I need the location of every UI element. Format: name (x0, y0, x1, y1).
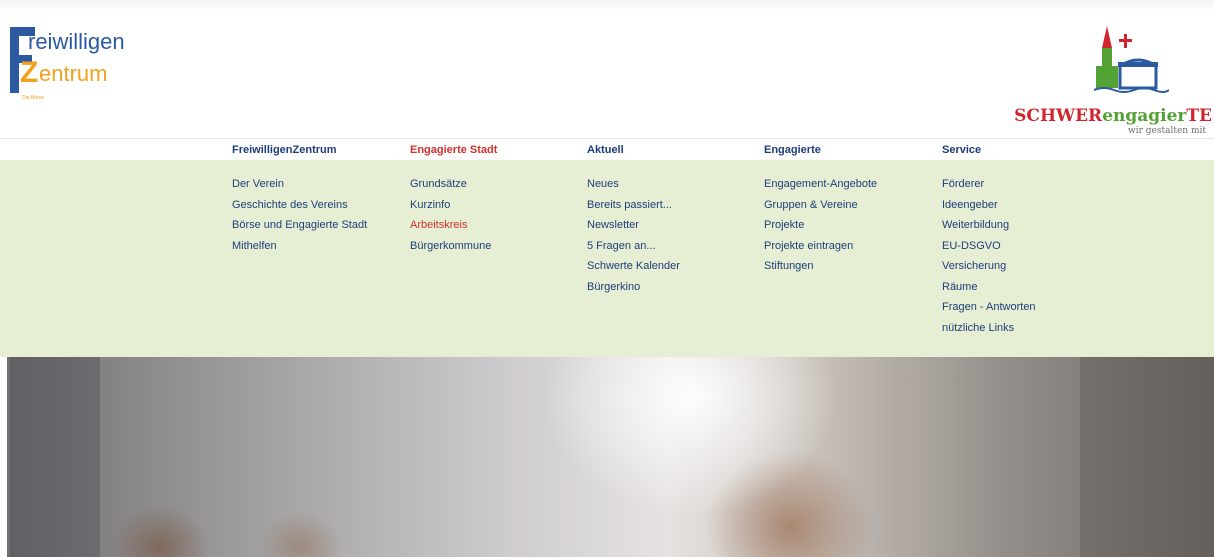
menu-item-grundsaetze[interactable]: Grundsätze (410, 174, 580, 195)
menu-title-service[interactable]: Service (942, 143, 1112, 165)
menu-item-der-verein[interactable]: Der Verein (232, 174, 402, 195)
menu-column-engagierte-stadt: Engagierte Stadt Grundsätze Kurzinfo Arb… (410, 143, 580, 256)
menu-item-ideengeber[interactable]: Ideengeber (942, 195, 1112, 216)
menu-column-service: Service Förderer Ideengeber Weiterbildun… (942, 143, 1112, 338)
menu-item-gruppen-vereine[interactable]: Gruppen & Vereine (764, 195, 934, 216)
hero-image (0, 357, 1214, 557)
hero-building-left (10, 357, 100, 557)
menu-list: Engagement-Angebote Gruppen & Vereine Pr… (764, 174, 934, 277)
menu-item-boerse[interactable]: Börse und Engagierte Stadt (232, 215, 402, 236)
church-skyline-icon (1094, 26, 1169, 93)
logo-tagline: Die Börse (22, 95, 44, 101)
menu-item-arbeitskreis[interactable]: Arbeitskreis (410, 215, 580, 236)
menu-item-kurzinfo[interactable]: Kurzinfo (410, 195, 580, 216)
menu-item-newsletter[interactable]: Newsletter (587, 215, 757, 236)
menu-title-aktuell[interactable]: Aktuell (587, 143, 757, 165)
menu-list: Neues Bereits passiert... Newsletter 5 F… (587, 174, 757, 297)
menu-item-fragen-antworten[interactable]: Fragen - Antworten (942, 297, 1112, 318)
menu-title-engagierte-stadt[interactable]: Engagierte Stadt (410, 143, 580, 165)
menu-item-nuetzliche-links[interactable]: nützliche Links (942, 318, 1112, 339)
menu-item-stiftungen[interactable]: Stiftungen (764, 256, 934, 277)
menu-title-freiwilligenzentrum[interactable]: FreiwilligenZentrum (232, 143, 402, 165)
menu-item-versicherung[interactable]: Versicherung (942, 256, 1112, 277)
menu-item-bereits-passiert[interactable]: Bereits passiert... (587, 195, 757, 216)
logo-subtitle: wir gestalten mit (1128, 126, 1206, 136)
menu-item-engagement-angebote[interactable]: Engagement-Angebote (764, 174, 934, 195)
menu-item-projekte-eintragen[interactable]: Projekte eintragen (764, 236, 934, 257)
menu-item-geschichte[interactable]: Geschichte des Vereins (232, 195, 402, 216)
menu-item-neues[interactable]: Neues (587, 174, 757, 195)
hero-left-edge (0, 357, 7, 557)
menu-item-weiterbildung[interactable]: Weiterbildung (942, 215, 1112, 236)
menu-column-freiwilligenzentrum: FreiwilligenZentrum Der Verein Geschicht… (232, 143, 402, 256)
logo-wordmark: SCHWERengagierTE (1014, 106, 1212, 126)
menu-list: Förderer Ideengeber Weiterbildung EU-DSG… (942, 174, 1112, 338)
menu-item-buergerkommune[interactable]: Bürgerkommune (410, 236, 580, 257)
top-shadow (0, 0, 1214, 12)
menu-item-buergerkino[interactable]: Bürgerkino (587, 277, 757, 298)
menu-list: Grundsätze Kurzinfo Arbeitskreis Bürgerk… (410, 174, 580, 256)
menu-title-engagierte[interactable]: Engagierte (764, 143, 934, 165)
menu-item-projekte[interactable]: Projekte (764, 215, 934, 236)
menu-column-aktuell: Aktuell Neues Bereits passiert... Newsle… (587, 143, 757, 297)
menu-column-engagierte: Engagierte Engagement-Angebote Gruppen &… (764, 143, 934, 277)
logo-z-letter: Z (20, 56, 39, 89)
menu-item-eu-dsgvo[interactable]: EU-DSGVO (942, 236, 1112, 257)
menu-item-kalender[interactable]: Schwerte Kalender (587, 256, 757, 277)
site-header: Z reiwilligen entrum Die Börse SCHWEReng… (0, 12, 1214, 138)
schwerengagierte-logo[interactable]: SCHWERengagierTE wir gestalten mit (1014, 26, 1214, 141)
menu-list: Der Verein Geschichte des Vereins Börse … (232, 174, 402, 256)
menu-item-raeume[interactable]: Räume (942, 277, 1112, 298)
menu-item-foerderer[interactable]: Förderer (942, 174, 1112, 195)
logo-line1: reiwilligen (28, 29, 125, 54)
menu-item-5-fragen[interactable]: 5 Fragen an... (587, 236, 757, 257)
freiwilligenzentrum-logo[interactable]: Z reiwilligen entrum Die Börse (10, 27, 130, 107)
menu-item-mithelfen[interactable]: Mithelfen (232, 236, 402, 257)
hero-building-right (1080, 357, 1214, 557)
logo-line2: entrum (39, 61, 108, 86)
